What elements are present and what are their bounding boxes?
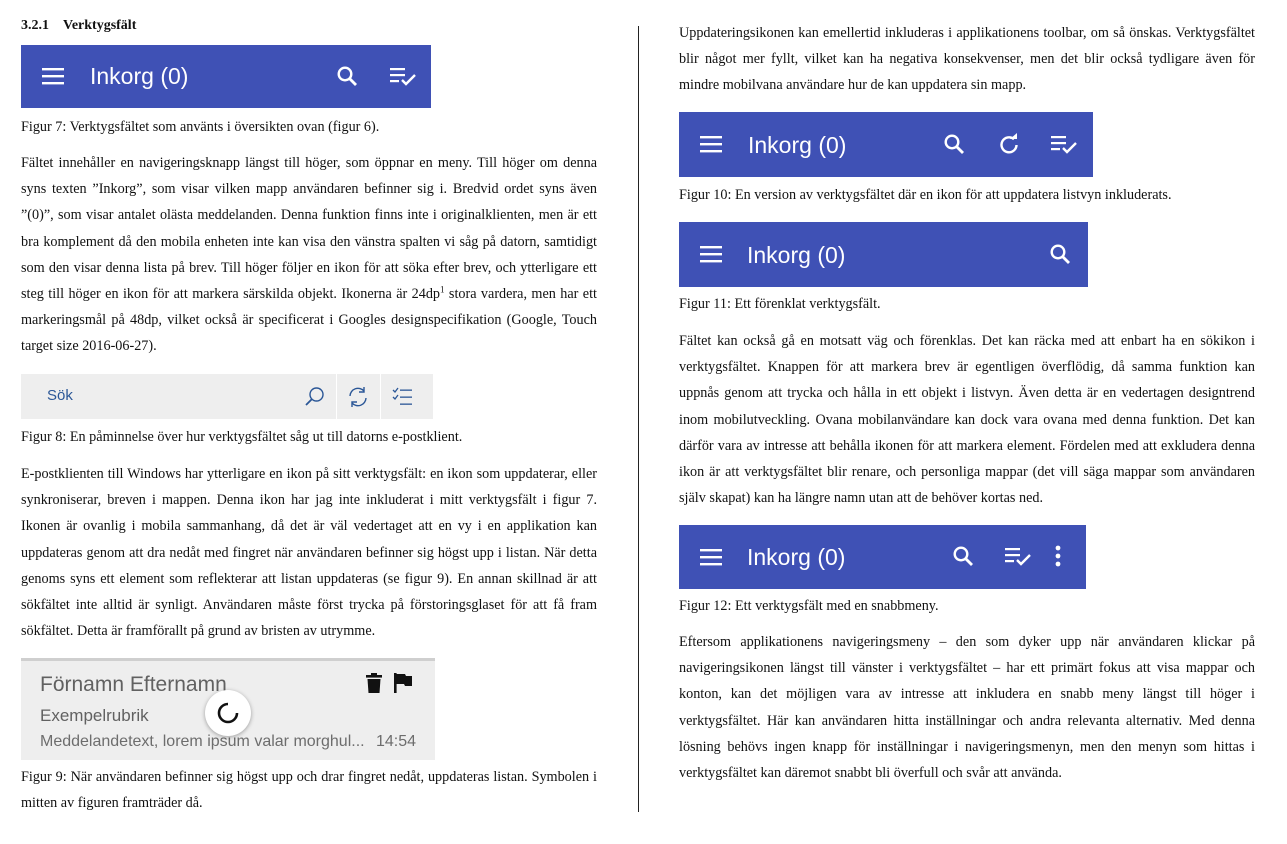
toolbar-title: Inkorg (0) [747,242,846,268]
mail-preview: Meddelandetext, lorem ipsum valar morghu… [40,733,365,750]
trash-icon[interactable] [366,673,382,693]
toolbar-separator [336,374,337,419]
mail-list-item[interactable]: Förnamn Efternamn Exempelrubrik Meddelan… [21,658,435,760]
more-vert-icon[interactable] [1054,545,1062,567]
figure-7-caption: Figur 7: Verktygsfältet som använts i öv… [21,119,380,135]
menu-icon[interactable] [42,67,66,85]
left-paragraph-2: E-postklienten till Windows har ytterlig… [21,466,597,640]
right-paragraph-2: Fältet kan också gå en motsatt väg och f… [679,333,1255,507]
search-icon[interactable] [304,386,326,408]
mail-time: 14:54 [376,733,417,750]
refresh-spinner [205,690,251,736]
toolbar-title: Inkorg (0) [748,132,847,158]
figure-12-caption: Figur 12: Ett verktygsfält med en snabbm… [679,598,939,614]
section-heading: 3.2.1 Verktygsfält [21,18,136,34]
refresh-icon[interactable] [997,133,1021,157]
flag-icon[interactable] [394,673,412,693]
toolbar-title: Inkorg (0) [747,544,846,570]
search-icon[interactable] [943,133,967,157]
right-paragraph-1: Uppdateringsikonen kan emellertid inklud… [679,25,1255,94]
select-list-icon[interactable] [392,387,414,407]
column-divider [638,26,639,812]
toolbar-separator [380,374,381,419]
menu-icon[interactable] [700,245,724,263]
mail-subject: Exempelrubrik [40,706,149,725]
desktop-toolbar-fig8: Sök [21,374,433,419]
toolbar-fig7: Inkorg (0) [21,45,431,108]
left-paragraph-1-text-a: Fältet innehåller en navigeringsknapp lä… [21,155,597,303]
right-paragraph-3: Eftersom applikationens navigeringsmeny … [679,634,1255,782]
toolbar-fig12: Inkorg (0) [679,525,1086,589]
toolbar-title: Inkorg (0) [90,63,189,89]
section-number: 3.2.1 [21,18,49,33]
figure-10-caption: Figur 10: En version av verktygsfältet d… [679,187,1172,203]
left-paragraph-1: Fältet innehåller en navigeringsknapp lä… [21,150,597,360]
search-icon[interactable] [336,65,360,89]
section-title: Verktygsfält [63,18,137,33]
figure-9-caption: Figur 9: När användaren befinner sig hög… [21,769,597,811]
menu-icon[interactable] [700,548,724,566]
toolbar-fig10: Inkorg (0) [679,112,1093,177]
checklist-icon[interactable] [1051,134,1078,156]
figure-11-caption: Figur 11: Ett förenklat verktygsfält. [679,296,881,312]
desktop-search-label[interactable]: Sök [47,387,73,404]
mail-sender: Förnamn Efternamn [40,673,227,696]
search-icon[interactable] [1049,243,1073,267]
menu-icon[interactable] [700,135,724,153]
search-icon[interactable] [952,545,976,569]
sync-icon[interactable] [347,386,369,408]
loading-spinner-icon [217,702,239,724]
checklist-icon[interactable] [1005,546,1032,568]
figure-8-caption: Figur 8: En påminnelse över hur verktygs… [21,429,463,445]
checklist-icon[interactable] [390,66,417,88]
toolbar-fig11: Inkorg (0) [679,222,1088,287]
